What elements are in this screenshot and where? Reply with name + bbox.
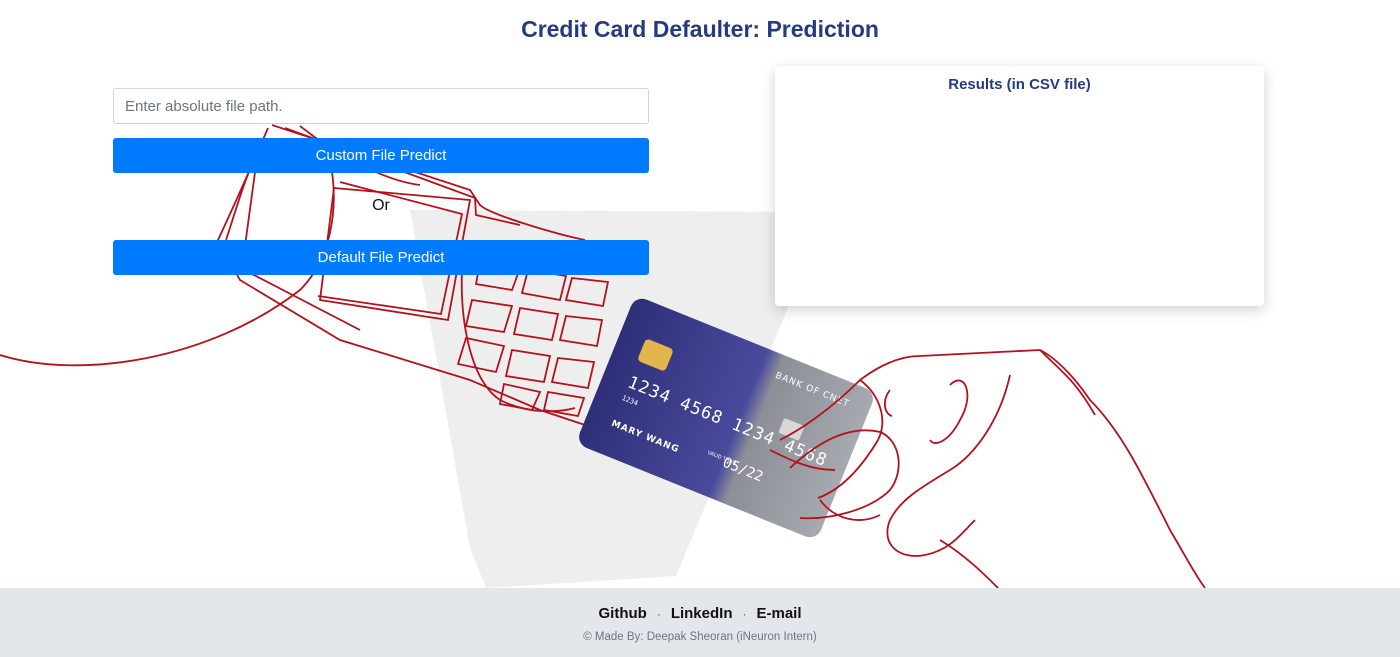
page: 1234 4568 1234 4568 1234 MARY WANG BANK … [0, 0, 1400, 657]
footer-credit: © Made By: Deepak Sheoran (iNeuron Inter… [583, 631, 817, 643]
footer-dot-separator: · [742, 607, 747, 621]
email-link[interactable]: E-mail [756, 605, 801, 622]
default-file-predict-button[interactable]: Default File Predict [113, 240, 649, 275]
results-title: Results (in CSV file) [948, 76, 1091, 93]
or-separator: Or [372, 197, 390, 214]
results-panel: Results (in CSV file) [775, 66, 1264, 306]
github-link[interactable]: Github [598, 605, 646, 622]
linkedin-link[interactable]: LinkedIn [671, 605, 733, 622]
file-path-input[interactable] [113, 88, 649, 124]
custom-file-predict-button[interactable]: Custom File Predict [113, 138, 649, 173]
page-title: Credit Card Defaulter: Prediction [521, 16, 879, 42]
footer-links: Github · LinkedIn · E-mail [0, 605, 1400, 622]
footer: Github · LinkedIn · E-mail © Made By: Deepak… [0, 588, 1400, 657]
footer-dot-separator: · [656, 607, 661, 621]
